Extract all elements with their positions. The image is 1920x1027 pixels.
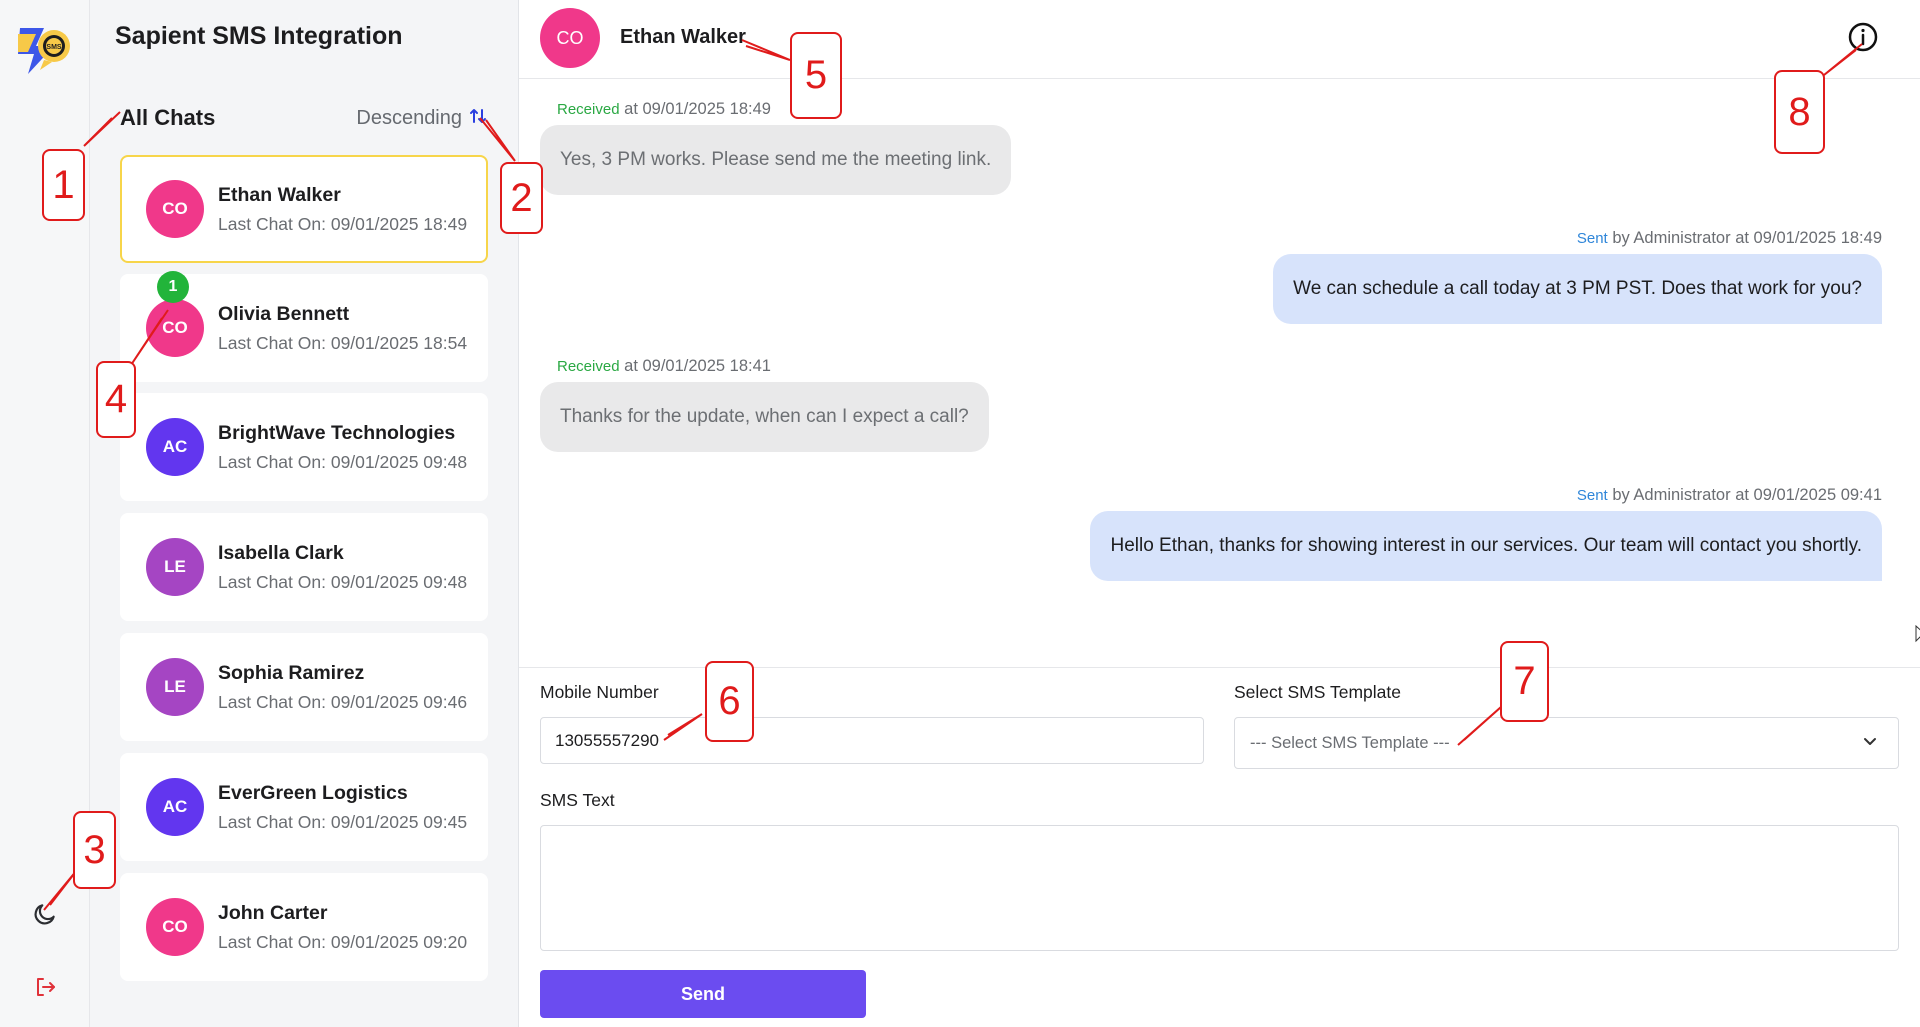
avatar-initials: CO <box>162 917 188 936</box>
avatar-initials: CO <box>162 199 188 218</box>
annotation-marker-8: 8 <box>1774 70 1825 154</box>
avatar: AC <box>146 418 204 476</box>
chat-item-john-carter[interactable]: CO John Carter Last Chat On: 09/01/2025 … <box>120 873 488 981</box>
message-time: at 09/01/2025 18:41 <box>624 357 771 375</box>
info-icon[interactable] <box>1847 21 1879 53</box>
chat-name: EverGreen Logistics <box>218 781 408 804</box>
avatar: CO <box>146 180 204 238</box>
sort-toggle[interactable]: Descending <box>356 106 488 131</box>
message-status: Received <box>557 101 620 118</box>
message-meta: Sent by Administrator at 09/01/2025 18:4… <box>1577 229 1882 248</box>
avatar-initials: CO <box>556 27 584 48</box>
all-chats-heading: All Chats <box>120 105 216 130</box>
chat-last-time: Last Chat On: 09/01/2025 09:20 <box>218 931 468 952</box>
avatar: LE <box>146 538 204 596</box>
message-status: Sent <box>1576 487 1608 504</box>
logout-icon[interactable] <box>28 970 62 1004</box>
sms-template-label: Select SMS Template <box>1234 682 1401 702</box>
chat-name: Olivia Bennett <box>218 302 350 325</box>
message-time: at 09/01/2025 18:49 <box>624 100 771 118</box>
sort-arrows-icon <box>468 106 488 131</box>
annotation-marker-3: 3 <box>73 811 116 889</box>
annotation-marker-4: 4 <box>96 361 136 438</box>
moon-icon[interactable] <box>28 897 62 931</box>
chat-item-evergreen-logistics[interactable]: AC EverGreen Logistics Last Chat On: 09/… <box>120 753 488 861</box>
mobile-number-label: Mobile Number <box>540 682 659 702</box>
send-button[interactable]: Send <box>540 970 866 1018</box>
annotation-marker-2: 2 <box>500 162 543 234</box>
chat-item-brightwave-technologies[interactable]: AC BrightWave Technologies Last Chat On:… <box>120 393 488 501</box>
chat-item-olivia-bennett[interactable]: CO 1 Olivia Bennett Last Chat On: 09/01/… <box>120 271 488 382</box>
contact-name: Ethan Walker <box>620 26 746 48</box>
chat-name: BrightWave Technologies <box>218 421 456 444</box>
chat-name: John Carter <box>218 901 328 924</box>
chat-item-ethan-walker[interactable]: CO Ethan Walker Last Chat On: 09/01/2025… <box>120 155 488 263</box>
message-bubble-received: Thanks for the update, when can I expect… <box>540 382 989 452</box>
conversation-header: CO Ethan Walker <box>519 0 1920 79</box>
message-time: by Administrator at 09/01/2025 18:49 <box>1612 229 1882 247</box>
message-status: Received <box>557 358 620 375</box>
unread-badge: 1 <box>157 271 189 303</box>
avatar: CO <box>146 898 204 956</box>
avatar-initials: AC <box>162 437 188 456</box>
chat-last-time: Last Chat On: 09/01/2025 09:46 <box>218 691 468 712</box>
mobile-number-input[interactable] <box>540 717 1204 764</box>
message-meta: Sent by Administrator at 09/01/2025 09:4… <box>1577 486 1882 505</box>
chat-last-time: Last Chat On: 09/01/2025 09:45 <box>218 811 468 832</box>
avatar: LE <box>146 658 204 716</box>
chat-name: Ethan Walker <box>218 183 341 206</box>
chat-last-time: Last Chat On: 09/01/2025 09:48 <box>218 451 468 472</box>
contact-avatar: CO <box>540 8 600 68</box>
chat-name: Sophia Ramirez <box>218 661 365 684</box>
annotation-marker-1: 1 <box>42 149 85 221</box>
logo-text: SMS <box>46 44 62 51</box>
app-logo: SMS <box>14 24 74 76</box>
avatar: CO 1 <box>146 271 204 357</box>
message-meta: Received at 09/01/2025 18:41 <box>557 357 771 376</box>
annotation-marker-7: 7 <box>1500 641 1549 722</box>
avatar-initials: LE <box>164 677 186 696</box>
chat-name: Isabella Clark <box>218 541 344 564</box>
avatar-initials: CO <box>162 318 188 337</box>
message-bubble-sent: Hello Ethan, thanks for showing interest… <box>1090 511 1882 581</box>
avatar: AC <box>146 778 204 836</box>
mouse-cursor-icon <box>1915 625 1920 643</box>
message-bubble-sent: We can schedule a call today at 3 PM PST… <box>1273 254 1882 324</box>
chat-list-panel: Sapient SMS Integration All Chats Descen… <box>90 0 519 1027</box>
chat-item-isabella-clark[interactable]: LE Isabella Clark Last Chat On: 09/01/20… <box>120 513 488 621</box>
conversation-panel: CO Ethan Walker Received at 09/01/2025 1… <box>519 0 1920 1027</box>
sms-text-input[interactable] <box>540 825 1899 951</box>
chat-last-time: Last Chat On: 09/01/2025 18:49 <box>218 213 468 234</box>
chat-item-sophia-ramirez[interactable]: LE Sophia Ramirez Last Chat On: 09/01/20… <box>120 633 488 741</box>
avatar-initials: LE <box>164 557 186 576</box>
chat-last-time: Last Chat On: 09/01/2025 18:54 <box>218 332 468 353</box>
avatar-initials: AC <box>162 797 188 816</box>
sort-label: Descending <box>356 107 462 129</box>
sms-text-label: SMS Text <box>540 790 615 810</box>
sms-template-select[interactable]: --- Select SMS Template --- <box>1234 717 1899 769</box>
chevron-down-icon <box>1862 733 1878 754</box>
message-meta: Received at 09/01/2025 18:49 <box>557 100 771 119</box>
chat-last-time: Last Chat On: 09/01/2025 09:48 <box>218 571 468 592</box>
message-status: Sent <box>1576 230 1608 247</box>
annotation-marker-6: 6 <box>705 661 754 742</box>
sms-template-value: --- Select SMS Template --- <box>1250 733 1450 752</box>
annotation-marker-5: 5 <box>790 32 842 119</box>
app-title: Sapient SMS Integration <box>115 22 403 50</box>
message-time: by Administrator at 09/01/2025 09:41 <box>1612 486 1882 504</box>
message-bubble-received: Yes, 3 PM works. Please send me the meet… <box>540 125 1012 195</box>
